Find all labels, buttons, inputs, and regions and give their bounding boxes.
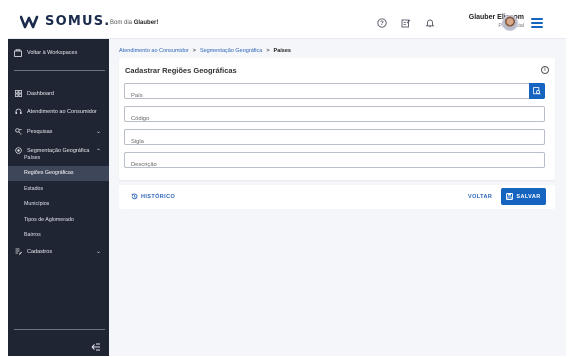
breadcrumb-current: Países [273, 48, 291, 54]
chevron-down-icon: ⌄ [95, 129, 101, 135]
sidebar-nav-bottom: Cadastros ⌄ [8, 244, 109, 259]
somus-logo-icon [20, 15, 39, 28]
greeting-prefix: Bom dia [110, 20, 134, 26]
save-label: SALVAR [516, 193, 541, 200]
breadcrumb: Atendimento ao Consumidor > Segmentação … [119, 48, 291, 54]
dashboard-icon [14, 90, 22, 98]
breadcrumb-separator: > [192, 48, 196, 54]
form-card: Cadastrar Regiões Geográficas i [119, 58, 555, 180]
sidebar-item-label: Cadastros [27, 248, 53, 255]
form-icon [14, 248, 22, 256]
breadcrumb-link-atendimento[interactable]: Atendimento ao Consumidor [119, 48, 189, 54]
pais-search-button[interactable] [529, 83, 545, 99]
sidebar-subitem-estados[interactable]: Estados [8, 181, 109, 197]
sigla-input[interactable] [125, 135, 544, 149]
sidebar-item-dashboard[interactable]: Dashboard [8, 86, 109, 101]
descricao-input[interactable] [125, 158, 544, 172]
notes-icon[interactable] [400, 17, 411, 28]
codigo-field[interactable] [124, 106, 545, 126]
save-button[interactable]: SALVAR [501, 188, 546, 205]
help-icon[interactable]: ? [376, 17, 387, 28]
history-button[interactable]: HISTÓRICO [131, 193, 175, 200]
logo[interactable]: SOMUS. [20, 14, 110, 29]
divider [14, 70, 105, 71]
action-bar: HISTÓRICO VOLTAR SALVAR [119, 185, 555, 209]
sidebar-subitem-aglomerado[interactable]: Tipos de Aglomerado [8, 212, 109, 228]
back-button[interactable]: VOLTAR [468, 194, 492, 200]
history-label: HISTÓRICO [141, 193, 176, 200]
top-bar: SOMUS. Bom dia Glauber! ? Glauber Elisso… [8, 6, 566, 39]
sidebar-subitem-regioes[interactable]: Regiões Geográficas [8, 165, 109, 181]
logo-text: SOMUS. [45, 14, 111, 29]
top-icons: ? [376, 17, 435, 28]
sigla-field[interactable] [124, 129, 545, 149]
pais-input[interactable] [125, 89, 544, 103]
sidebar: Voltar à Workspaces Dashboard Atendiment… [8, 39, 109, 356]
sidebar-item-atendimento[interactable]: Atendimento ao Consumidor [8, 104, 109, 119]
descricao-field[interactable] [124, 152, 545, 172]
svg-text:?: ? [380, 21, 384, 27]
collapse-sidebar-icon[interactable] [91, 343, 101, 353]
info-icon[interactable]: i [541, 66, 549, 74]
greeting-name: Glauber! [133, 20, 159, 26]
pais-field[interactable] [124, 83, 545, 103]
save-icon [506, 193, 514, 200]
sidebar-item-label: Atendimento ao Consumidor [27, 108, 97, 115]
page-title: Cadastrar Regiões Geográficas [125, 66, 237, 75]
sidebar-item-pesquisas[interactable]: Pesquisas ⌄ [8, 124, 109, 139]
sidebar-subitem-paises[interactable]: Países [8, 150, 109, 166]
sidebar-subitem-bairros[interactable]: Bairros [8, 228, 109, 244]
breadcrumb-separator: > [266, 48, 270, 54]
greeting: Bom dia Glauber! [110, 20, 158, 26]
history-icon [131, 193, 138, 200]
bell-icon[interactable] [424, 17, 435, 28]
sidebar-subitem-municipios[interactable]: Municípios [8, 197, 109, 213]
divider [14, 329, 105, 330]
breadcrumb-link-segmentacao[interactable]: Segmentação Geográfica [200, 48, 262, 54]
sidebar-subnav: Países Regiões Geográficas Estados Munic… [8, 150, 109, 243]
sidebar-item-label: Dashboard [27, 90, 54, 97]
chevron-down-icon: ⌄ [95, 249, 101, 255]
menu-icon[interactable] [531, 18, 543, 28]
workspaces-label: Voltar à Workspaces [27, 50, 78, 56]
sidebar-item-cadastros[interactable]: Cadastros ⌄ [8, 244, 109, 259]
headset-icon [14, 108, 22, 116]
codigo-input[interactable] [125, 112, 544, 126]
back-to-workspaces[interactable]: Voltar à Workspaces [14, 49, 77, 57]
search-list-icon [533, 87, 541, 95]
search-list-icon [14, 128, 22, 136]
sidebar-item-label: Pesquisas [27, 128, 53, 135]
sidebar-nav: Dashboard Atendimento ao Consumidor Pesq… [8, 86, 109, 158]
avatar[interactable] [502, 15, 518, 31]
workspace-back-icon [14, 49, 22, 57]
app-window: SOMUS. Bom dia Glauber! ? Glauber Elisso… [8, 6, 566, 356]
